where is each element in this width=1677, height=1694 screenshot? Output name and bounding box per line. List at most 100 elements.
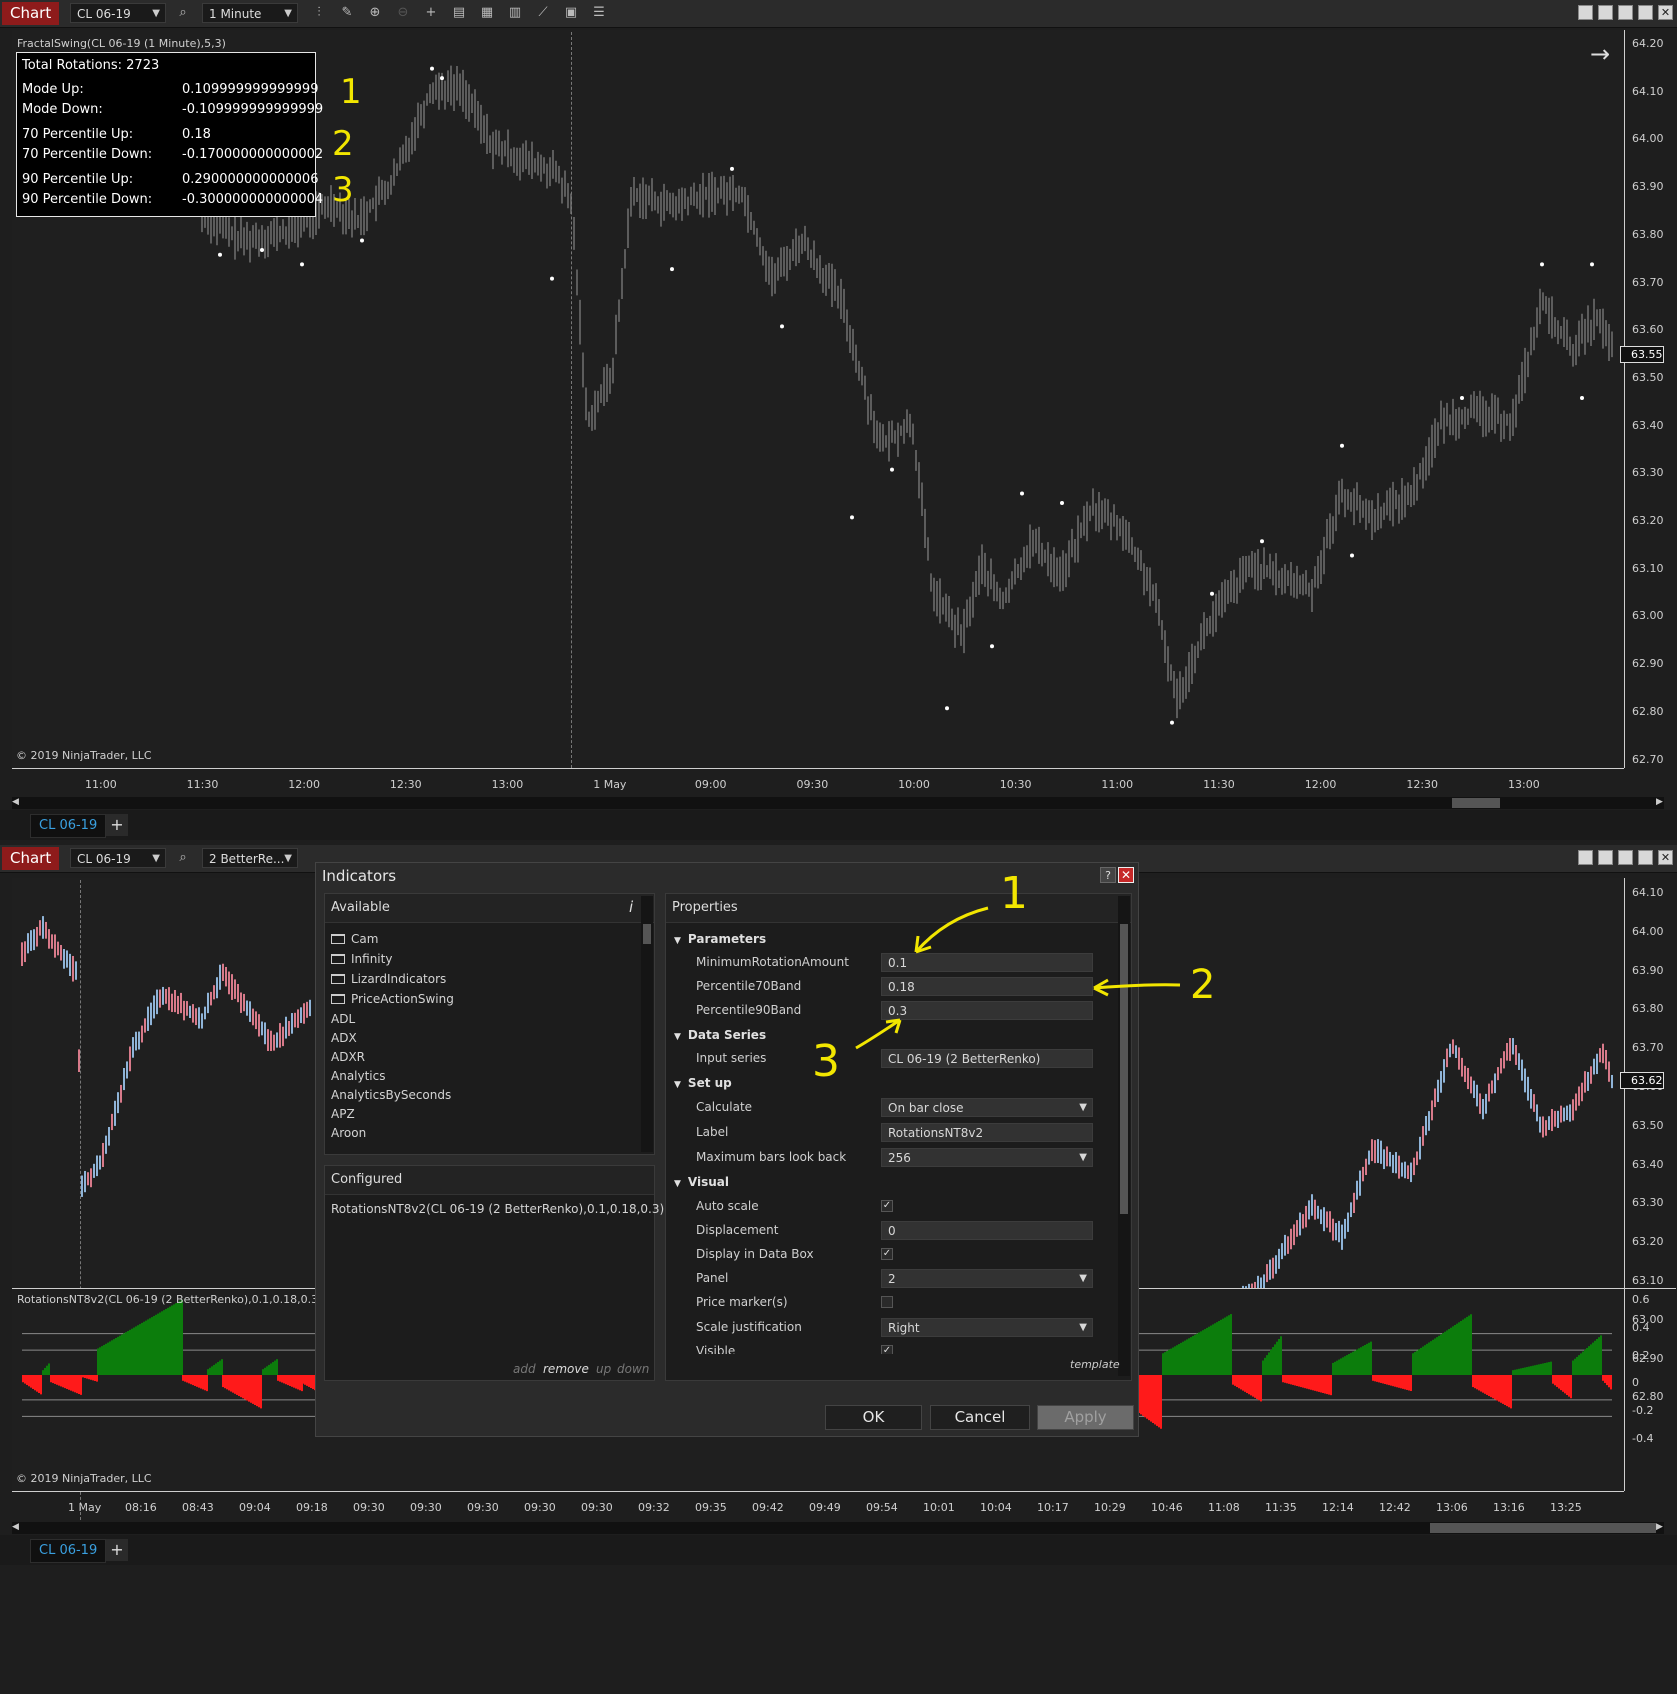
maximize-icon[interactable] xyxy=(1638,5,1653,20)
histogram-bar xyxy=(127,1331,129,1375)
list-item[interactable]: APZ xyxy=(331,1107,355,1121)
price-markers-checkbox[interactable] xyxy=(881,1296,893,1308)
scroll-thumb[interactable] xyxy=(643,924,651,944)
scroll-right-icon[interactable]: ▶ xyxy=(1656,797,1663,807)
close-dialog-button[interactable]: ✕ xyxy=(1118,867,1134,883)
ok-button[interactable]: OK xyxy=(825,1405,922,1430)
interval-selector[interactable]: 1 Minute ▼ xyxy=(202,3,298,23)
scroll-thumb[interactable] xyxy=(1120,924,1128,1214)
horizontal-scrollbar[interactable] xyxy=(12,1522,1664,1534)
input-series-field[interactable]: CL 06-19 (2 BetterRenko) xyxy=(881,1049,1093,1068)
search-icon[interactable]: ⌕ xyxy=(174,849,192,867)
tab-cl-06-19[interactable]: CL 06-19 xyxy=(30,814,107,838)
properties-icon[interactable]: ▤ xyxy=(450,4,468,22)
histogram-bar xyxy=(131,1328,133,1375)
visible-checkbox[interactable]: ✓ xyxy=(881,1345,893,1354)
category-visual[interactable]: ▼ Visual xyxy=(674,1175,729,1189)
zoom-in-icon[interactable]: ⊕ xyxy=(366,4,384,22)
category-setup[interactable]: ▼ Set up xyxy=(674,1076,732,1090)
histogram-bar xyxy=(36,1375,38,1392)
window-tile-icon[interactable] xyxy=(1578,850,1593,865)
available-list[interactable]: Available i Cam Infinity LizardIndicator… xyxy=(324,893,655,1155)
help-icon[interactable]: ? xyxy=(1100,867,1116,883)
info-icon[interactable]: i xyxy=(629,898,633,916)
interval-selector[interactable]: 2 BetterRe... ▼ xyxy=(202,848,298,868)
arrow-right-icon[interactable]: → xyxy=(1590,40,1610,68)
close-icon[interactable]: ✕ xyxy=(1658,5,1673,20)
instrument-selector[interactable]: CL 06-19 ▼ xyxy=(70,3,166,23)
panel-select[interactable]: 2 ▼ xyxy=(881,1269,1093,1288)
scroll-left-icon[interactable]: ◀ xyxy=(12,797,19,807)
configured-list[interactable]: Configured RotationsNT8v2(CL 06-19 (2 Be… xyxy=(324,1165,664,1381)
category-data-series[interactable]: ▼ Data Series xyxy=(674,1028,766,1042)
templates-icon[interactable]: ▦ xyxy=(478,4,496,22)
list-item[interactable]: AnalyticsBySeconds xyxy=(331,1088,451,1102)
properties-grid[interactable]: Properties ▼ Parameters MinimumRotationAm… xyxy=(665,893,1132,1381)
histogram-bar xyxy=(1212,1324,1214,1375)
minimize-icon[interactable] xyxy=(1618,850,1633,865)
scale-justification-select[interactable]: Right ▼ xyxy=(881,1318,1093,1337)
up-link[interactable]: up xyxy=(596,1362,611,1376)
chart-window-tab[interactable]: Chart xyxy=(2,847,60,870)
scroll-thumb[interactable] xyxy=(1452,798,1500,808)
close-icon[interactable]: ✕ xyxy=(1658,850,1673,865)
template-link[interactable]: template xyxy=(1070,1358,1120,1371)
window-tile2-icon[interactable] xyxy=(1598,5,1613,20)
axis-tick-label: 0.2 xyxy=(1632,1348,1650,1362)
apply-button[interactable]: Apply xyxy=(1037,1405,1134,1430)
auto-scale-checkbox[interactable]: ✓ xyxy=(881,1200,893,1212)
list-item[interactable]: Infinity xyxy=(331,952,392,966)
list-icon[interactable]: ☰ xyxy=(590,4,608,22)
calculate-select[interactable]: On bar close ▼ xyxy=(881,1098,1093,1117)
add-link[interactable]: add xyxy=(513,1362,536,1376)
indicators-icon[interactable]: ▥ xyxy=(506,4,524,22)
window-tile2-icon[interactable] xyxy=(1598,850,1613,865)
window-tile-icon[interactable] xyxy=(1578,5,1593,20)
time-axis[interactable]: 11:00 11:30 12:00 12:30 13:00 1 May 09:00 09:30… xyxy=(12,770,1624,800)
list-item[interactable]: ADX xyxy=(331,1031,357,1045)
drawing-tool-icon[interactable]: ✎ xyxy=(338,4,356,22)
display-data-box-checkbox[interactable]: ✓ xyxy=(881,1248,893,1260)
scroll-left-icon[interactable]: ◀ xyxy=(12,1522,19,1532)
swing-point xyxy=(430,66,434,71)
list-item[interactable]: ADL xyxy=(331,1012,355,1026)
percentile70-band-field[interactable]: 0.18 xyxy=(881,977,1093,996)
remove-link[interactable]: remove xyxy=(543,1362,589,1376)
zoom-out-icon[interactable]: ⊖ xyxy=(394,4,412,22)
maximize-icon[interactable] xyxy=(1638,850,1653,865)
histogram-bar xyxy=(1226,1316,1228,1375)
displacement-field[interactable]: 0 xyxy=(881,1221,1093,1240)
percentile90-band-field[interactable]: 0.3 xyxy=(881,1001,1093,1020)
add-tab-button[interactable]: + xyxy=(106,1539,128,1561)
horizontal-scrollbar[interactable] xyxy=(12,797,1664,809)
chart-window-tab[interactable]: Chart xyxy=(2,2,60,25)
strategies-icon[interactable]: ⟋ xyxy=(534,4,552,22)
list-item[interactable]: Aroon xyxy=(331,1126,366,1140)
configured-item[interactable]: RotationsNT8v2(CL 06-19 (2 BetterRenko),… xyxy=(331,1202,664,1216)
list-item[interactable]: LizardIndicators xyxy=(331,972,446,986)
down-link[interactable]: down xyxy=(617,1362,649,1376)
add-tab-button[interactable]: + xyxy=(106,814,128,836)
list-item[interactable]: ADXR xyxy=(331,1050,365,1064)
indicator-axis[interactable]: 0.6 0.4 0.2 0 -0.2 -0.4 xyxy=(1628,1289,1676,1491)
label-field[interactable]: RotationsNT8v2 xyxy=(881,1123,1093,1142)
swing-point xyxy=(730,166,734,171)
list-item[interactable]: PriceActionSwing xyxy=(331,992,454,1006)
bar-type-icon[interactable]: ⫶ xyxy=(310,4,328,22)
crosshair-icon[interactable]: + xyxy=(422,4,440,22)
price-axis[interactable]: 64.20 64.10 64.00 63.90 63.80 63.70 63.60 63.50… xyxy=(1628,30,1676,768)
search-icon[interactable]: ⌕ xyxy=(174,4,192,22)
category-parameters[interactable]: ▼ Parameters xyxy=(674,932,766,946)
scroll-thumb[interactable] xyxy=(1430,1523,1656,1533)
tab-cl-06-19[interactable]: CL 06-19 xyxy=(30,1539,107,1563)
scroll-right-icon[interactable]: ▶ xyxy=(1656,1522,1663,1532)
time-axis[interactable]: 1 May 08:16 08:43 09:04 09:18 09:30 09:30 09:30… xyxy=(12,1493,1624,1521)
instrument-selector[interactable]: CL 06-19 ▼ xyxy=(70,848,166,868)
list-item[interactable]: Analytics xyxy=(331,1069,386,1083)
data-box-icon[interactable]: ▣ xyxy=(562,4,580,22)
max-bars-select[interactable]: 256 ▼ xyxy=(881,1148,1093,1167)
cancel-button[interactable]: Cancel xyxy=(930,1405,1030,1430)
minimum-rotation-amount-field[interactable]: 0.1 xyxy=(881,953,1093,972)
minimize-icon[interactable] xyxy=(1618,5,1633,20)
list-item[interactable]: Cam xyxy=(331,932,378,946)
